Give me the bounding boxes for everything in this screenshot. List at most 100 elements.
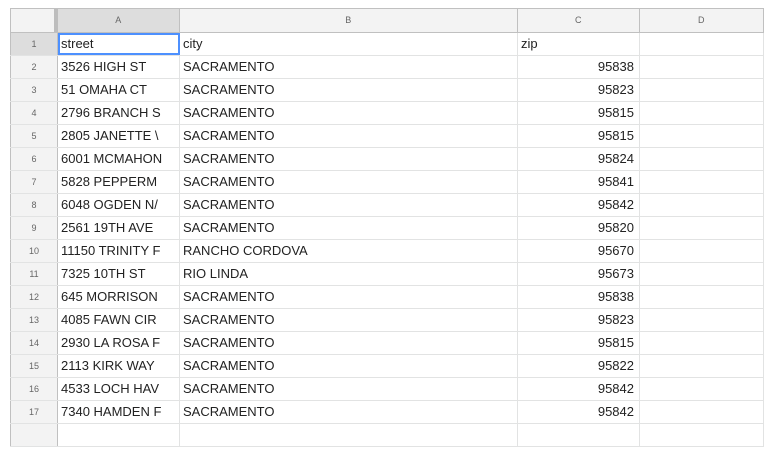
row-header[interactable]: 5: [10, 125, 58, 147]
select-all-corner[interactable]: [10, 9, 58, 32]
column-header-row: A B C D: [10, 8, 764, 33]
cell-zip[interactable]: 95815: [518, 102, 640, 124]
cell-empty[interactable]: [640, 286, 764, 308]
cell-empty[interactable]: [640, 194, 764, 216]
cell-d1[interactable]: [640, 33, 764, 55]
cell-street[interactable]: 2113 KIRK WAY: [58, 355, 180, 377]
table-row: 11 7325 10TH ST RIO LINDA 95673: [10, 263, 764, 286]
cell-zip[interactable]: 95815: [518, 332, 640, 354]
cell-zip[interactable]: 95842: [518, 194, 640, 216]
cell-empty[interactable]: [640, 79, 764, 101]
cell-street[interactable]: 4533 LOCH HAV: [58, 378, 180, 400]
cell-city[interactable]: SACRAMENTO: [180, 194, 518, 216]
table-row: 17 7340 HAMDEN F SACRAMENTO 95842: [10, 401, 764, 424]
cell-city[interactable]: SACRAMENTO: [180, 79, 518, 101]
cell-empty[interactable]: [640, 148, 764, 170]
cell-zip[interactable]: 95823: [518, 309, 640, 331]
cell-city[interactable]: SACRAMENTO: [180, 102, 518, 124]
cell-street[interactable]: 2805 JANETTE \: [58, 125, 180, 147]
cell-street[interactable]: 5828 PEPPERM: [58, 171, 180, 193]
cell-zip[interactable]: 95842: [518, 401, 640, 423]
cell-empty[interactable]: [58, 424, 180, 446]
cell-city[interactable]: SACRAMENTO: [180, 286, 518, 308]
cell-empty[interactable]: [640, 125, 764, 147]
cell-city[interactable]: SACRAMENTO: [180, 171, 518, 193]
cell-city[interactable]: SACRAMENTO: [180, 217, 518, 239]
cell-zip[interactable]: 95673: [518, 263, 640, 285]
cell-zip[interactable]: 95842: [518, 378, 640, 400]
row-header[interactable]: 7: [10, 171, 58, 193]
cell-street[interactable]: 4085 FAWN CIR: [58, 309, 180, 331]
row-header[interactable]: 4: [10, 102, 58, 124]
cell-street[interactable]: 6048 OGDEN N/: [58, 194, 180, 216]
cell-city[interactable]: SACRAMENTO: [180, 332, 518, 354]
cell-zip[interactable]: 95815: [518, 125, 640, 147]
cell-zip[interactable]: 95838: [518, 286, 640, 308]
cell-city[interactable]: SACRAMENTO: [180, 56, 518, 78]
cell-street[interactable]: 2930 LA ROSA F: [58, 332, 180, 354]
cell-city[interactable]: SACRAMENTO: [180, 125, 518, 147]
cell-street[interactable]: 3526 HIGH ST: [58, 56, 180, 78]
column-header-d[interactable]: D: [640, 9, 764, 32]
column-header-c[interactable]: C: [518, 9, 640, 32]
cell-empty[interactable]: [640, 102, 764, 124]
cell-a1[interactable]: street: [58, 33, 180, 55]
cell-c1[interactable]: zip: [518, 33, 640, 55]
cell-city[interactable]: RANCHO CORDOVA: [180, 240, 518, 262]
cell-empty[interactable]: [640, 171, 764, 193]
cell-empty[interactable]: [640, 217, 764, 239]
row-header[interactable]: 9: [10, 217, 58, 239]
cell-b1[interactable]: city: [180, 33, 518, 55]
cell-zip[interactable]: 95670: [518, 240, 640, 262]
cell-street[interactable]: 7325 10TH ST: [58, 263, 180, 285]
cell-city[interactable]: SACRAMENTO: [180, 309, 518, 331]
row-header[interactable]: 8: [10, 194, 58, 216]
cell-empty[interactable]: [180, 424, 518, 446]
cell-empty[interactable]: [640, 332, 764, 354]
cell-street[interactable]: 11150 TRINITY F: [58, 240, 180, 262]
cell-street[interactable]: 2796 BRANCH S: [58, 102, 180, 124]
row-header[interactable]: 1: [10, 33, 58, 55]
row-header[interactable]: 15: [10, 355, 58, 377]
row-header[interactable]: 3: [10, 79, 58, 101]
cell-street[interactable]: 645 MORRISON: [58, 286, 180, 308]
cell-city[interactable]: SACRAMENTO: [180, 401, 518, 423]
column-header-a[interactable]: A: [58, 9, 180, 32]
cell-empty[interactable]: [640, 355, 764, 377]
cell-empty[interactable]: [640, 424, 764, 446]
cell-zip[interactable]: 95823: [518, 79, 640, 101]
cell-zip[interactable]: 95841: [518, 171, 640, 193]
cell-city[interactable]: RIO LINDA: [180, 263, 518, 285]
cell-city[interactable]: SACRAMENTO: [180, 148, 518, 170]
cell-street[interactable]: 6001 MCMAHON: [58, 148, 180, 170]
cell-empty[interactable]: [640, 378, 764, 400]
cell-empty[interactable]: [640, 240, 764, 262]
cell-zip[interactable]: 95824: [518, 148, 640, 170]
row-header[interactable]: 13: [10, 309, 58, 331]
cell-city[interactable]: SACRAMENTO: [180, 355, 518, 377]
table-row: 1 street city zip: [10, 33, 764, 56]
row-header[interactable]: 14: [10, 332, 58, 354]
cell-zip[interactable]: 95822: [518, 355, 640, 377]
cell-street[interactable]: 7340 HAMDEN F: [58, 401, 180, 423]
cell-zip[interactable]: 95838: [518, 56, 640, 78]
row-header[interactable]: 12: [10, 286, 58, 308]
row-header[interactable]: 2: [10, 56, 58, 78]
row-header[interactable]: 11: [10, 263, 58, 285]
cell-empty[interactable]: [640, 401, 764, 423]
row-header[interactable]: [10, 424, 58, 446]
cell-city[interactable]: SACRAMENTO: [180, 378, 518, 400]
row-header[interactable]: 16: [10, 378, 58, 400]
row-header[interactable]: 6: [10, 148, 58, 170]
cell-street[interactable]: 51 OMAHA CT: [58, 79, 180, 101]
row-header[interactable]: 10: [10, 240, 58, 262]
table-row: 2 3526 HIGH ST SACRAMENTO 95838: [10, 56, 764, 79]
cell-zip[interactable]: 95820: [518, 217, 640, 239]
cell-empty[interactable]: [640, 56, 764, 78]
cell-empty[interactable]: [640, 263, 764, 285]
cell-street[interactable]: 2561 19TH AVE: [58, 217, 180, 239]
cell-empty[interactable]: [640, 309, 764, 331]
cell-empty[interactable]: [518, 424, 640, 446]
column-header-b[interactable]: B: [180, 9, 518, 32]
row-header[interactable]: 17: [10, 401, 58, 423]
